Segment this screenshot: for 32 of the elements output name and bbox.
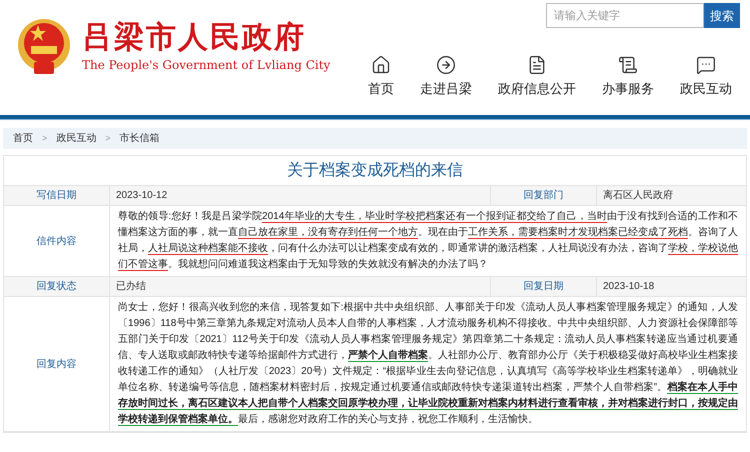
message-text: 尊敬的领导:您好！我是吕梁学院2014年毕业的大专生，毕业时学校把档案还有一个报到证都交给了自己，当时由于没有找到合适的工作和不懂档案这方面的事，就一直自己放在家里，没有寄存到任何一个地方。现在由于工作关系，需要档案时才发现档案已经变成了死档。咨询了人社局，人社局说这种档案能不接收，问有什么办法可以让档案变成有效的，即通常讲的激活档案，人社局说没有办法，咨询了学校，学校说他们不管这事。我就想问问难道我这档案由于无知导致的失效就没有解决的办法了吗？ [118, 210, 738, 273]
search-button[interactable]: 搜索 [704, 3, 740, 28]
emblem-icon [16, 18, 72, 76]
list-icon [618, 55, 638, 75]
breadcrumb-link[interactable]: 政民互动 [56, 131, 96, 146]
message-text: 尚女士，您好！很高兴收到您的来信，现答复如下:根据中共中央组织部、人事部关于印发《流动人员人事档案管理服务规定》的通知，人发〔1996〕118号中第三章第九条规定对流动人员本人自带的人事档案，人才流动服务机构不得接收。中共中央组织部、人力资源社会保障部等五部门关于印发〔2021〕112号关于印发《流动人员人事档案管理服务规定》第四章第二十条规定：流动人员人事档案转递应当通过机要通信、专人送取或邮政特快专递等给据邮件方式进行，严禁个人自带档案。人社部办公厅、教育部办公厅《关于积极稳妥做好高校毕业生档案接收转递工作的通知》（人社厅发〔2023〕20号）文件规定：“根据毕业生去向登记信息，认真填写《高等学校毕业生档案转递单》，明确就业单位名称、转递编号等信息，随档案材料密封后，按规定通过机要通信或邮政特快专递渠道转出档案，严禁个人自带档案”。档案在本人手中存放时间过长，离石区建议本人把自带个人档案交回原学校办理，让毕业院校重新对档案内材料进行查看审核，并对档案进行封口，按规定由学校转递到保管档案单位。最后，感谢您对政府工作的关心与支持，祝您工作顺利，生活愉快。 [118, 300, 738, 428]
field-value: 离石区人民政府 [602, 188, 674, 203]
field-value: 2023-10-12 [110, 186, 491, 205]
field-value: 2023-10-18 [602, 280, 656, 294]
breadcrumb-link[interactable]: 首页 [13, 131, 33, 146]
nav-link[interactable]: 走进吕梁 [420, 55, 472, 98]
site-title: 吕梁市人民政府 [82, 20, 307, 56]
nav-link[interactable]: 政府信息公开 [498, 55, 576, 98]
nav-link[interactable]: 首页 [368, 55, 394, 98]
site-subtitle: The People's Government of Lvliang City [82, 56, 330, 74]
field-label: 写信日期 [4, 186, 110, 205]
arrow-circle-icon [436, 55, 456, 75]
field-value: 已办结 [110, 277, 491, 296]
home-icon [371, 55, 391, 75]
field-label: 回复日期 [491, 277, 597, 296]
search-field[interactable]: 请输入关键字 [546, 3, 704, 28]
field-label: 回复状态 [4, 277, 110, 296]
field-label: 信件内容 [36, 234, 76, 248]
nav-link[interactable]: 政民互动 [680, 55, 732, 98]
breadcrumb-link[interactable]: 市长信箱 [120, 131, 160, 146]
field-label: 回复内容 [36, 358, 76, 372]
breadcrumb-separator: > [105, 132, 111, 145]
field-label: 回复部门 [491, 186, 597, 205]
chat-icon [696, 55, 716, 75]
document-icon [527, 55, 547, 75]
breadcrumb-separator: > [42, 132, 48, 145]
nav-link[interactable]: 办事服务 [602, 55, 654, 98]
